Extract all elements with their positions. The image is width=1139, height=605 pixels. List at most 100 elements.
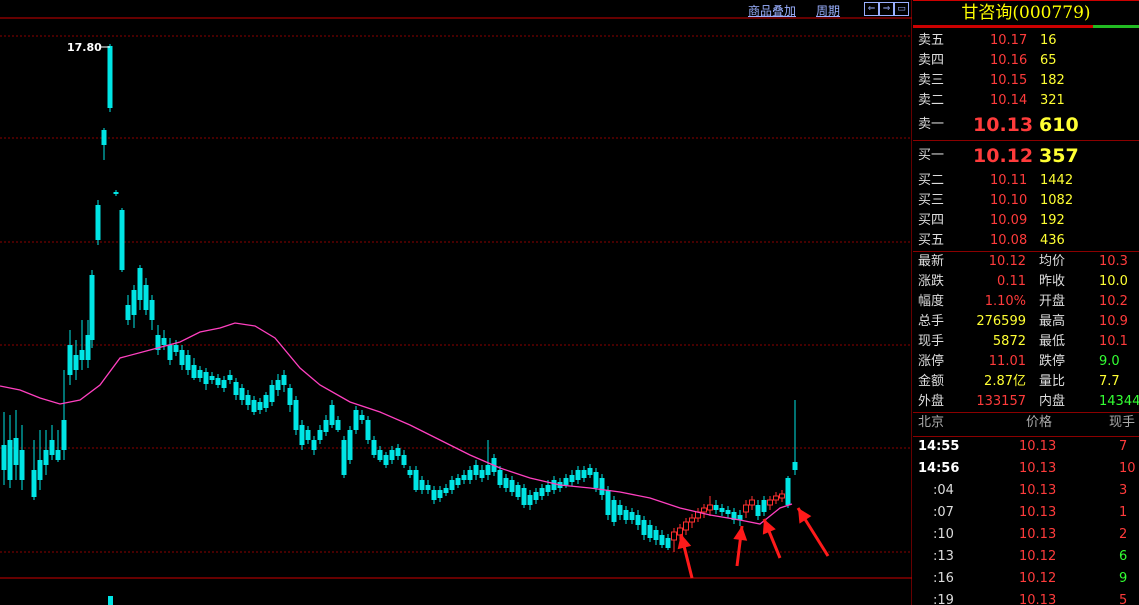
quote-value: 1.10% [984,294,1026,309]
tick-row[interactable]: :10 10.13 2 [913,525,1139,545]
ask-label: 卖二 [918,93,945,108]
bid-row[interactable]: 买四 10.09 192 [913,211,1139,231]
ask-row[interactable]: 卖一 10.13 610 [913,115,1139,135]
candle-body-down [203,372,209,384]
candle-body-down [299,425,305,445]
ask-row[interactable]: 卖三 10.15 182 [913,71,1139,91]
candle-body-down [119,210,125,270]
bid-volume: 1082 [1040,193,1074,208]
candle-body-down [37,460,43,480]
candle-body-down [659,535,665,545]
candle-body-down [251,400,257,412]
tick-price: 10.13 [1019,527,1057,542]
quote-row: 外盘 133157 内盘 14344 [913,392,1139,412]
candle-body-down [185,355,191,370]
ask-row[interactable]: 卖五 10.17 16 [913,31,1139,51]
candle-body-down [515,485,521,497]
overlay-link[interactable]: 商品叠加 [748,2,796,19]
bid-volume: 1442 [1040,173,1074,188]
tick-price: 10.13 [1019,593,1057,605]
bid-row[interactable]: 买一 10.12 357 [913,146,1139,166]
tick-row[interactable]: :16 10.12 9 [913,569,1139,589]
candle-body-down [61,420,67,450]
bid-price: 10.08 [990,233,1028,248]
candle-body-down [437,490,443,498]
candle-body-down [503,478,509,488]
tick-row[interactable]: 14:55 10.13 7 [913,437,1139,457]
tick-row[interactable]: :13 10.12 6 [913,547,1139,567]
quote-label: 涨停 [918,354,945,369]
candle-body-down [281,375,287,385]
bid-row[interactable]: 买二 10.11 1442 [913,171,1139,191]
candle-body-down [605,490,611,515]
tick-time: :16 [933,571,954,586]
candle-body-down [473,465,479,475]
candle-body-down [575,470,581,480]
ask-volume: 65 [1040,53,1057,68]
bid-label: 买四 [918,213,945,228]
candle-body-up [671,531,677,541]
candle-body-down [443,488,449,493]
tick-header-time: 北京 [918,415,945,430]
candle-body-down [221,380,227,388]
tick-volume: 2 [1119,527,1128,542]
quote-label: 最高 [1039,314,1066,329]
candle-body-down [635,515,641,525]
panel-divider [913,140,1139,141]
panel-divider [913,436,1139,437]
candle-body-down [101,130,107,145]
candle-body-down [107,46,113,108]
nav-window-button[interactable]: ▭ [894,2,909,16]
ask-row[interactable]: 卖四 10.16 65 [913,51,1139,71]
bid-row[interactable]: 买五 10.08 436 [913,231,1139,251]
tick-row[interactable]: :07 10.13 1 [913,503,1139,523]
quote-row: 总手 276599 最高 10.9 [913,312,1139,332]
moving-average-line [0,322,793,525]
ask-row[interactable]: 卖二 10.14 321 [913,91,1139,111]
candle-body-down [108,596,113,605]
candle-body-up [707,504,713,511]
candle-body-down [31,470,37,497]
ask-price: 10.16 [990,53,1028,68]
ask-volume: 610 [1039,114,1079,136]
quote-value: 10.12 [988,254,1026,269]
candle-body-down [785,478,791,505]
candle-body-up [779,493,785,499]
candle-body-down [137,268,143,300]
candle-body-down [131,290,137,315]
kline-chart-area[interactable]: 17.80 商品叠加 周期 ⇐ ⇒ ▭ [0,0,912,605]
nav-next-button[interactable]: ⇒ [879,2,894,16]
quote-label: 量比 [1039,374,1066,389]
quote-label: 涨跌 [918,274,945,289]
tick-price: 10.12 [1019,549,1057,564]
period-link[interactable]: 周期 [816,2,840,19]
tick-price: 10.12 [1019,571,1057,586]
candle-body-down [149,300,155,320]
nav-prev-button[interactable]: ⇐ [864,2,879,16]
candle-body-down [19,450,25,480]
candle-body-down [161,338,167,345]
tick-time: :07 [933,505,954,520]
candle-body-down [55,450,61,460]
candle-body-down [509,480,515,492]
candle-body-down [629,512,635,520]
candle-body-down [347,430,353,460]
candle-body-up [701,507,707,513]
candle-body-down [395,448,401,456]
candle-body-down [467,470,473,480]
candle-body-down [215,378,221,385]
candle-body-down [611,500,617,522]
ask-volume: 182 [1040,73,1065,88]
tick-header-price: 价格 [1026,415,1053,430]
tick-row[interactable]: :04 10.13 3 [913,481,1139,501]
candle-body-down [43,450,49,465]
bid-row[interactable]: 买三 10.10 1082 [913,191,1139,211]
tick-row[interactable]: 14:56 10.13 10 [913,459,1139,479]
kline-chart[interactable]: 17.80 [0,0,912,605]
candle-body-down [305,430,311,440]
candle-body-down [401,455,407,465]
panel-divider [913,251,1139,252]
candle-body-down [545,485,551,492]
quote-label: 现手 [918,334,945,349]
tick-row[interactable]: :19 10.13 5 [913,591,1139,605]
